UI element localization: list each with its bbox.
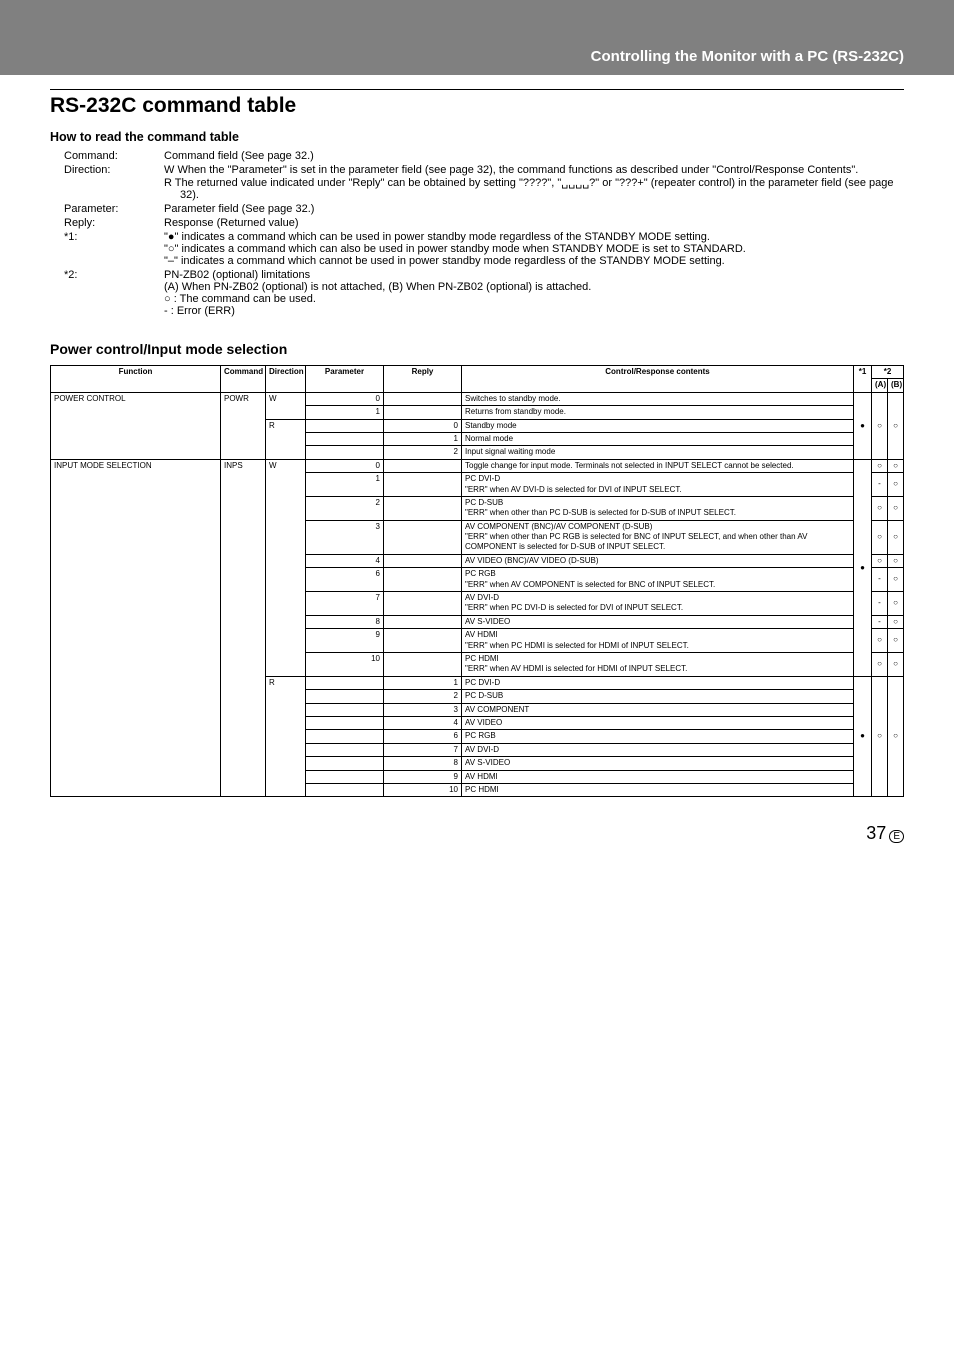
def-reply: Response (Returned value) bbox=[164, 217, 904, 229]
def-parameter-label: Parameter: bbox=[50, 203, 164, 215]
def-star1-a: "●" indicates a command which can be use… bbox=[164, 231, 904, 243]
th-star1: *1 bbox=[854, 366, 872, 393]
def-command: Command field (See page 32.) bbox=[164, 150, 904, 162]
def-command-label: Command: bbox=[50, 150, 164, 162]
th-command: Command bbox=[221, 366, 266, 393]
cell-cmd: INPS bbox=[221, 459, 266, 797]
cell-a: ○ bbox=[872, 392, 888, 459]
def-star1-label: *1: bbox=[50, 231, 164, 267]
command-table: Function Command Direction Parameter Rep… bbox=[50, 365, 904, 797]
page-number: 37E bbox=[0, 797, 954, 870]
table-header-row: Function Command Direction Parameter Rep… bbox=[51, 366, 904, 379]
cell-dir: W bbox=[266, 392, 306, 419]
def-star1-b: "○" indicates a command which can also b… bbox=[164, 243, 904, 255]
cell-cmd: POWR bbox=[221, 392, 266, 459]
def-star1-c: "–" indicates a command which cannot be … bbox=[164, 255, 904, 267]
th-star2: *2 bbox=[872, 366, 904, 379]
def-star2-a: PN-ZB02 (optional) limitations bbox=[164, 269, 904, 281]
def-star2-b: (A) When PN-ZB02 (optional) is not attac… bbox=[164, 281, 904, 293]
cell-fn: POWER CONTROL bbox=[51, 392, 221, 459]
def-direction-w: W When the "Parameter" is set in the par… bbox=[164, 164, 904, 176]
cell-dir: W bbox=[266, 459, 306, 676]
def-star2-c: ○ : The command can be used. bbox=[164, 293, 904, 305]
def-star2-d: - : Error (ERR) bbox=[164, 305, 904, 317]
cell-par: 0 bbox=[306, 392, 384, 405]
h3: Power control/Input mode selection bbox=[50, 341, 904, 357]
th-direction: Direction bbox=[266, 366, 306, 393]
th-function: Function bbox=[51, 366, 221, 393]
th-parameter: Parameter bbox=[306, 366, 384, 393]
table-row: INPUT MODE SELECTION INPS W 0Toggle chan… bbox=[51, 459, 904, 472]
cell-s1: ● bbox=[854, 392, 872, 459]
cell-fn: INPUT MODE SELECTION bbox=[51, 459, 221, 797]
th-a: (A) bbox=[872, 379, 888, 392]
th-crc: Control/Response contents bbox=[462, 366, 854, 393]
def-reply-label: Reply: bbox=[50, 217, 164, 229]
def-direction-r: R The returned value indicated under "Re… bbox=[164, 176, 904, 201]
page-header: Controlling the Monitor with a PC (RS-23… bbox=[0, 40, 954, 75]
th-b: (B) bbox=[888, 379, 904, 392]
th-reply: Reply bbox=[384, 366, 462, 393]
cell-crc: Switches to standby mode. bbox=[462, 392, 854, 405]
table-row: POWER CONTROL POWR W 0 Switches to stand… bbox=[51, 392, 904, 405]
h1: RS-232C command table bbox=[50, 94, 904, 118]
h2: How to read the command table bbox=[50, 130, 904, 144]
def-parameter: Parameter field (See page 32.) bbox=[164, 203, 904, 215]
def-star2-label: *2: bbox=[50, 269, 164, 317]
cell-b: ○ bbox=[888, 392, 904, 459]
def-direction-label: Direction: bbox=[50, 164, 164, 201]
